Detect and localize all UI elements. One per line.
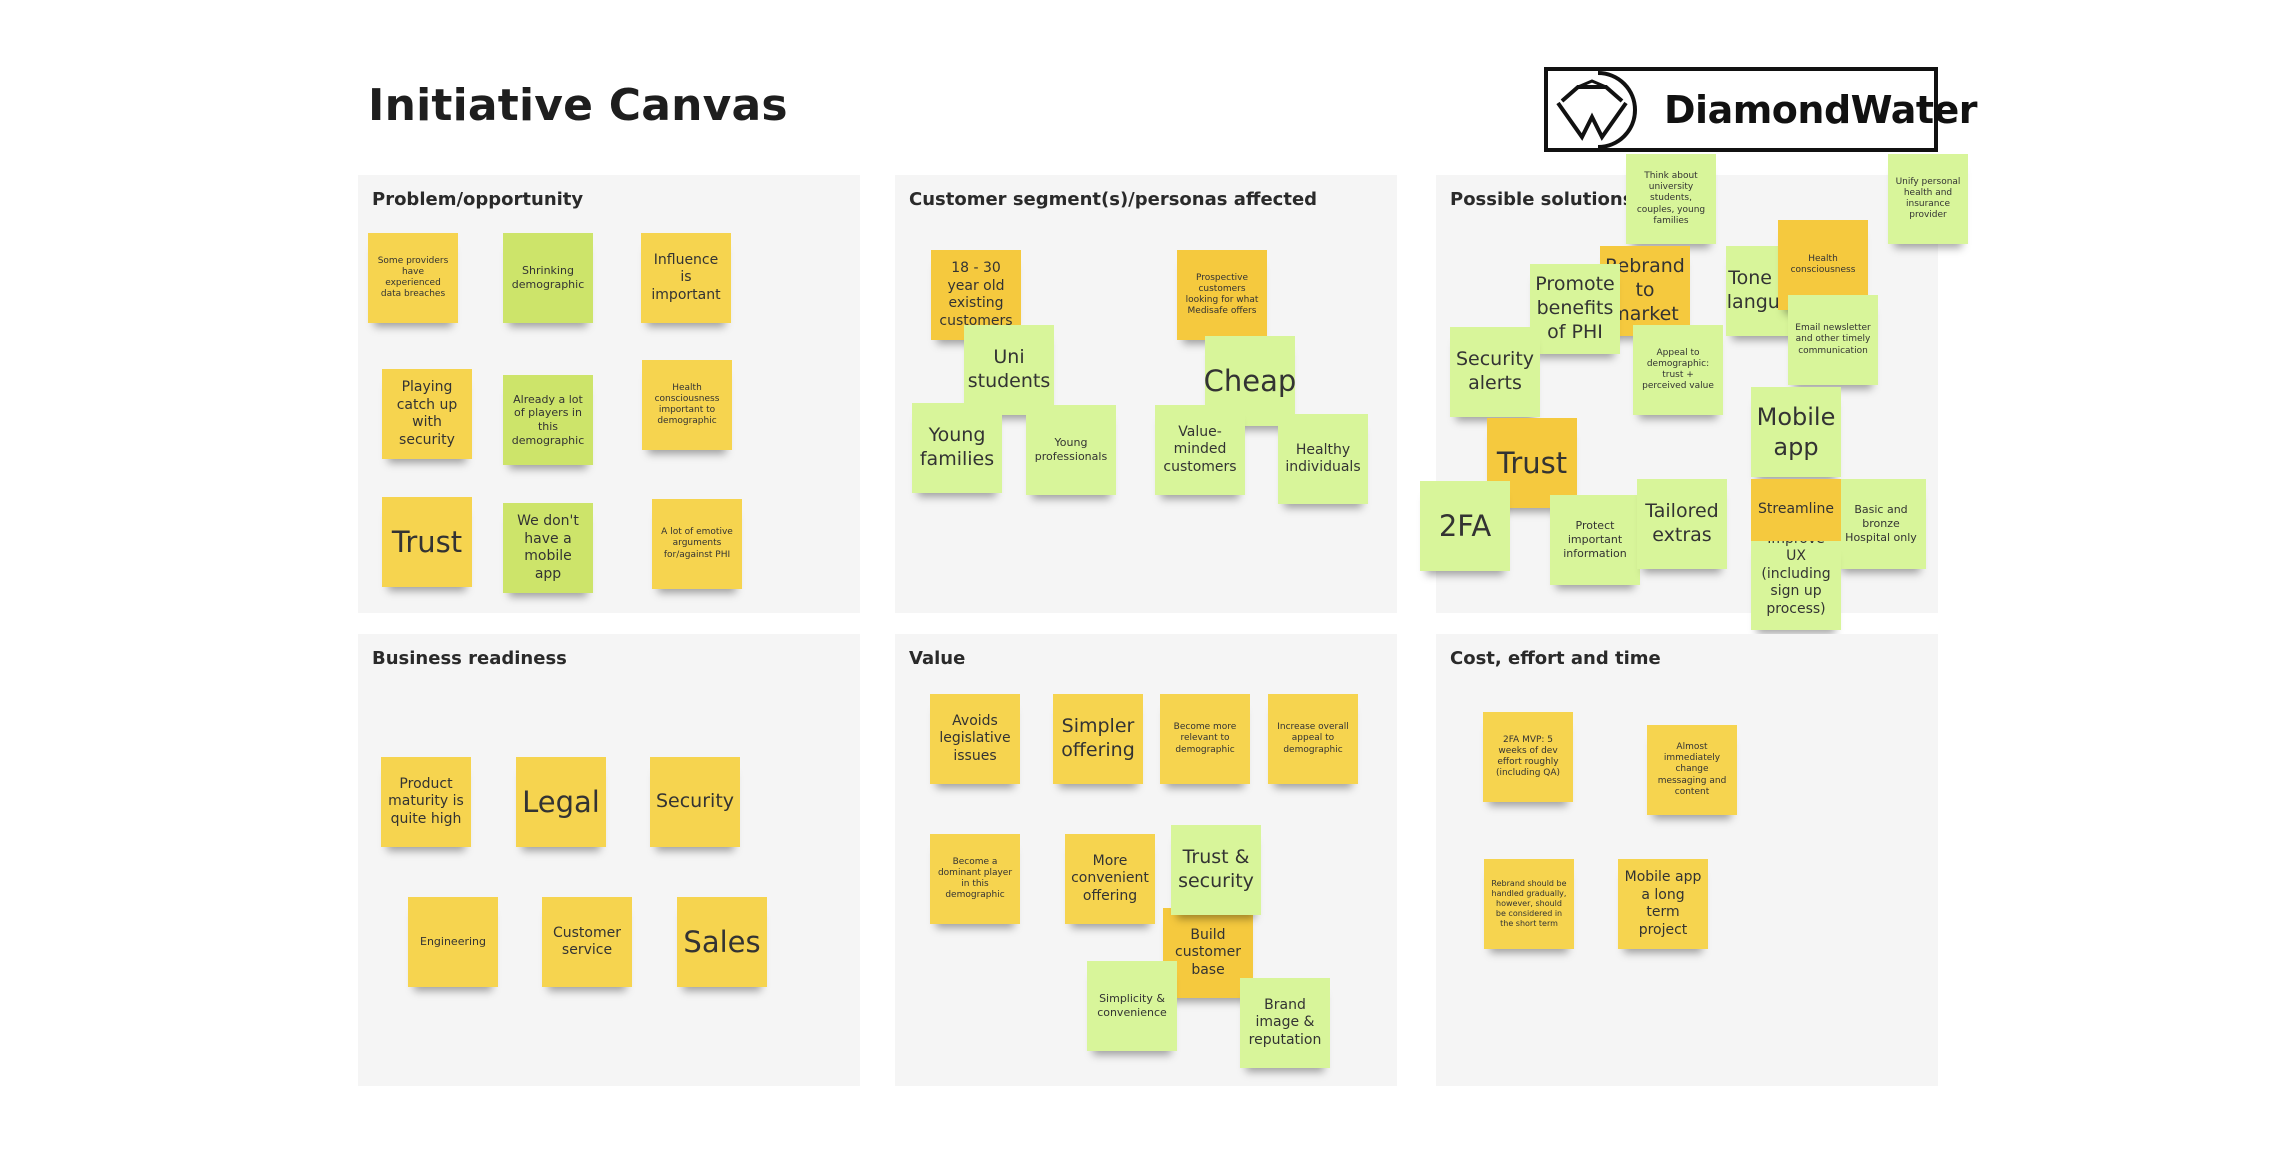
panel-business-readiness: Business readiness (358, 634, 860, 1086)
page-title: Initiative Canvas (368, 80, 788, 131)
sticky-note[interactable]: Increase overall appeal to demographic (1268, 694, 1358, 784)
brand-name: DiamondWater (1664, 87, 1978, 132)
sticky-note[interactable]: Health consciousness important to demogr… (642, 360, 732, 450)
sticky-note[interactable]: Playing catch up with security (382, 369, 472, 459)
brand-logo: DiamondWater (1544, 67, 1978, 152)
sticky-note[interactable]: Promote benefits of PHI (1530, 264, 1620, 354)
sticky-note[interactable]: Unify personal health and insurance prov… (1888, 154, 1968, 244)
sticky-note[interactable]: Streamline (1751, 479, 1841, 541)
sticky-note[interactable]: Young professionals (1026, 405, 1116, 495)
sticky-note[interactable]: Improve UX (including sign up process) (1751, 540, 1841, 630)
sticky-note[interactable]: A lot of emotive arguments for/against P… (652, 499, 742, 589)
sticky-note[interactable]: Basic and bronze Hospital only (1836, 479, 1926, 569)
sticky-note[interactable]: Shrinking demographic (503, 233, 593, 323)
panel-title: Problem/opportunity (372, 189, 584, 210)
diamond-w-logo-icon (1548, 71, 1660, 149)
sticky-note[interactable]: Email newsletter and other timely commun… (1788, 295, 1878, 385)
sticky-note[interactable]: Prospective customers looking for what M… (1177, 250, 1267, 340)
sticky-note[interactable]: More convenient offering (1065, 834, 1155, 924)
sticky-note[interactable]: We don't have a mobile app (503, 503, 593, 593)
sticky-note[interactable]: Think about university students, couples… (1626, 154, 1716, 244)
sticky-note[interactable]: Some providers have experienced data bre… (368, 233, 458, 323)
sticky-note[interactable]: 2FA (1420, 481, 1510, 571)
panel-title: Possible solutions (1450, 189, 1634, 210)
sticky-note[interactable]: Sales (677, 897, 767, 987)
sticky-note[interactable]: Become more relevant to demographic (1160, 694, 1250, 784)
sticky-note[interactable]: Trust (382, 497, 472, 587)
sticky-note[interactable]: Trust & security (1171, 825, 1261, 915)
panel-title: Business readiness (372, 648, 567, 669)
sticky-note[interactable]: Tailored extras (1637, 479, 1727, 569)
sticky-note[interactable]: Avoids legislative issues (930, 694, 1020, 784)
sticky-note[interactable]: Brand image & reputation (1240, 978, 1330, 1068)
sticky-note[interactable]: Customer service (542, 897, 632, 987)
sticky-note[interactable]: Young families (912, 403, 1002, 493)
sticky-note[interactable]: Mobile app a long term project (1618, 859, 1708, 949)
panel-title: Cost, effort and time (1450, 648, 1661, 669)
sticky-note[interactable]: Rebrand should be handled gradually, how… (1484, 859, 1574, 949)
sticky-note[interactable]: Appeal to demographic: trust + perceived… (1633, 325, 1723, 415)
sticky-note[interactable]: Security (650, 757, 740, 847)
sticky-note[interactable]: Engineering (408, 897, 498, 987)
sticky-note[interactable]: Mobile app (1751, 387, 1841, 477)
sticky-note[interactable]: Already a lot of players in this demogra… (503, 375, 593, 465)
sticky-note[interactable]: Uni students (964, 325, 1054, 415)
sticky-note[interactable]: Value-minded customers (1155, 405, 1245, 495)
sticky-note[interactable]: 2FA MVP: 5 weeks of dev effort roughly (… (1483, 712, 1573, 802)
sticky-note[interactable]: Almost immediately change messaging and … (1647, 725, 1737, 815)
sticky-note[interactable]: Security alerts (1450, 327, 1540, 417)
panel-title: Customer segment(s)/personas affected (909, 189, 1318, 210)
sticky-note[interactable]: Protect important information (1550, 495, 1640, 585)
sticky-note[interactable]: Influence is important (641, 233, 731, 323)
panel-title: Value (909, 648, 966, 669)
sticky-note[interactable]: Become a dominant player in this demogra… (930, 834, 1020, 924)
sticky-note[interactable]: Simplicity & convenience (1087, 961, 1177, 1051)
sticky-note[interactable]: Simpler offering (1053, 694, 1143, 784)
sticky-note[interactable]: Legal (516, 757, 606, 847)
sticky-note[interactable]: Product maturity is quite high (381, 757, 471, 847)
sticky-note[interactable]: Healthy individuals (1278, 414, 1368, 504)
